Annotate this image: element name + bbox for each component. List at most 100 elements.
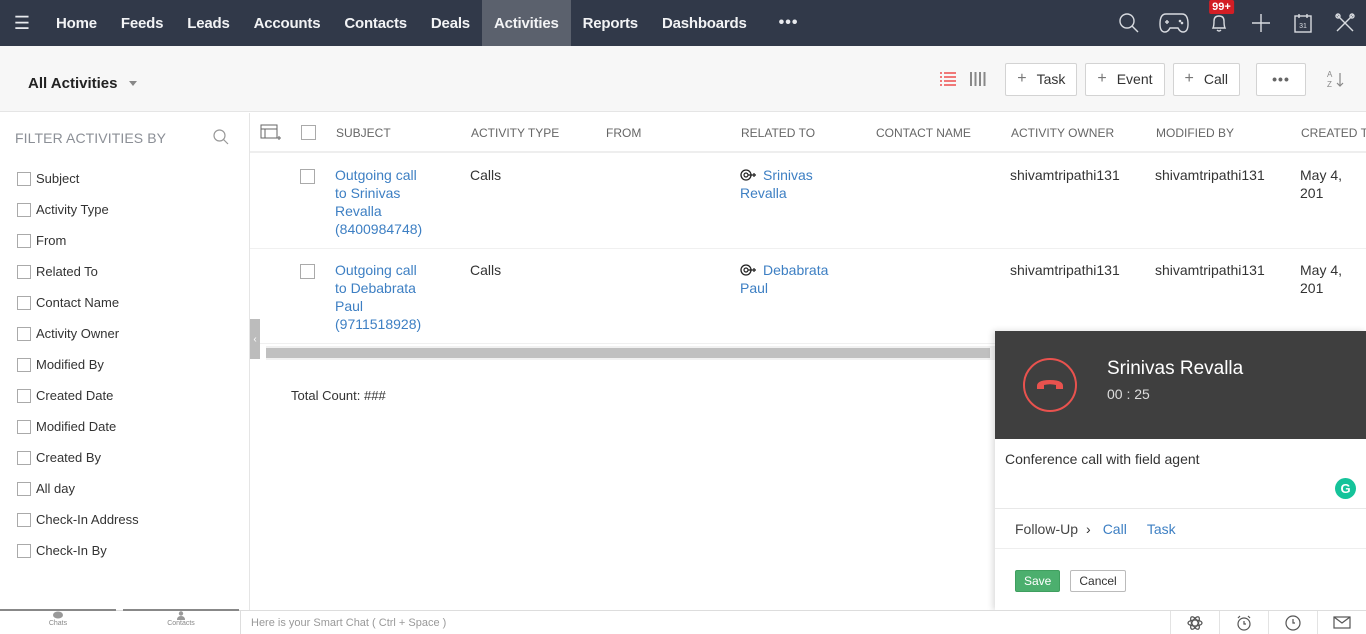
list-view-icon[interactable]	[933, 64, 963, 94]
nav-accounts[interactable]: Accounts	[242, 0, 333, 46]
related-to-link[interactable]: Srinivas	[763, 167, 813, 183]
filter-item[interactable]: Activity Type	[0, 194, 249, 225]
filter-item[interactable]: Check-In Address	[0, 504, 249, 535]
sort-az-icon[interactable]: AZ	[1306, 63, 1366, 96]
filter-checkbox[interactable]	[17, 233, 31, 248]
subject-link[interactable]: Outgoing call to Srinivas Revalla (84009847…	[335, 166, 422, 238]
nav-more-button[interactable]: •••	[759, 0, 819, 46]
search-icon[interactable]	[213, 129, 229, 148]
filter-item[interactable]: Activity Owner	[0, 318, 249, 349]
add-call-button[interactable]: + Call	[1172, 62, 1240, 96]
created-cell: May 4, 201	[1300, 262, 1343, 296]
search-icon[interactable]	[1108, 0, 1150, 46]
related-to-link[interactable]: Paul	[740, 279, 828, 297]
row-checkbox[interactable]	[300, 169, 315, 184]
filter-checkbox[interactable]	[17, 264, 31, 279]
table-row[interactable]: Outgoing call to Srinivas Revalla (84009847…	[250, 154, 1366, 249]
filter-item[interactable]: Subject	[0, 163, 249, 194]
column-settings-icon[interactable]	[260, 124, 282, 143]
modified-by-cell: shivamtripathi131	[1155, 262, 1265, 278]
column-activity-type[interactable]: ACTIVITY TYPE	[471, 126, 559, 140]
filter-item[interactable]: Check-In By	[0, 535, 249, 566]
filter-checkbox[interactable]	[17, 357, 31, 372]
filter-label: Subject	[36, 171, 80, 186]
filter-checkbox[interactable]	[17, 512, 31, 527]
filter-checkbox[interactable]	[17, 202, 31, 217]
atom-icon[interactable]	[1170, 611, 1219, 634]
filter-item[interactable]: Related To	[0, 256, 249, 287]
filter-checkbox[interactable]	[17, 481, 31, 496]
plus-icon[interactable]	[1240, 0, 1282, 46]
filter-label: Check-In Address	[36, 512, 139, 527]
subject-link[interactable]: Outgoing call to Debabrata Paul (9711518928…	[335, 261, 421, 333]
nav-contacts[interactable]: Contacts	[332, 0, 419, 46]
contacts-tab[interactable]: Contacts	[123, 609, 239, 634]
follow-up-call-link[interactable]: Call	[1103, 521, 1127, 537]
filter-item[interactable]: All day	[0, 473, 249, 504]
filter-item[interactable]: From	[0, 225, 249, 256]
nav-feeds[interactable]: Feeds	[109, 0, 175, 46]
row-checkbox[interactable]	[300, 264, 315, 279]
bell-icon[interactable]: 99+	[1198, 0, 1240, 46]
horizontal-scrollbar[interactable]	[266, 346, 996, 360]
nav-home[interactable]: Home	[44, 0, 109, 46]
nav-dashboards[interactable]: Dashboards	[650, 0, 759, 46]
filter-item[interactable]: Modified Date	[0, 411, 249, 442]
save-button[interactable]: Save	[1015, 570, 1061, 592]
view-selector[interactable]: All Activities	[18, 64, 147, 102]
filter-checkbox[interactable]	[17, 450, 31, 465]
filter-item[interactable]: Created Date	[0, 380, 249, 411]
add-task-label: Task	[1036, 71, 1066, 87]
smart-chat-input[interactable]: Here is your Smart Chat ( Ctrl + Space )	[240, 611, 1170, 634]
related-to-cell[interactable]: Srinivas Revalla	[740, 166, 813, 202]
grammarly-icon[interactable]: G	[1335, 478, 1356, 499]
column-subject[interactable]: SUBJECT	[336, 126, 391, 140]
filter-checkbox[interactable]	[17, 388, 31, 403]
calendar-icon[interactable]: 31	[1282, 0, 1324, 46]
column-modified-by[interactable]: MODIFIED BY	[1156, 126, 1234, 140]
filter-item[interactable]: Contact Name	[0, 287, 249, 318]
menu-icon[interactable]: ☰	[0, 0, 44, 46]
clock-icon[interactable]	[1268, 611, 1317, 634]
mail-icon[interactable]	[1317, 611, 1366, 634]
activity-owner-cell: shivamtripathi131	[1010, 262, 1120, 278]
nav-leads[interactable]: Leads	[175, 0, 241, 46]
filter-checkbox[interactable]	[17, 171, 31, 186]
chats-tab[interactable]: Chats	[0, 609, 116, 634]
nav-reports[interactable]: Reports	[571, 0, 650, 46]
filter-checkbox[interactable]	[17, 326, 31, 341]
add-task-button[interactable]: + Task	[1005, 62, 1078, 96]
column-related-to[interactable]: RELATED TO	[741, 126, 815, 140]
filter-item[interactable]: Modified By	[0, 349, 249, 380]
filter-item[interactable]: Created By	[0, 442, 249, 473]
select-all-checkbox[interactable]	[301, 125, 316, 140]
tools-icon[interactable]	[1324, 0, 1366, 46]
related-to-cell[interactable]: Debabrata Paul	[740, 261, 828, 297]
cancel-button[interactable]: Cancel	[1070, 570, 1126, 592]
hang-up-button[interactable]	[1023, 358, 1077, 412]
scrollbar-thumb[interactable]	[266, 348, 990, 358]
activity-type-cell: Calls	[470, 167, 502, 183]
add-event-button[interactable]: + Event	[1085, 62, 1165, 96]
follow-up-task-link[interactable]: Task	[1147, 521, 1176, 537]
filter-checkbox[interactable]	[17, 543, 31, 558]
related-to-link[interactable]: Debabrata	[763, 262, 828, 278]
svg-text:Z: Z	[1327, 80, 1332, 89]
filter-checkbox[interactable]	[17, 295, 31, 310]
collapse-sidebar-handle[interactable]: ‹	[250, 319, 260, 359]
nav-deals[interactable]: Deals	[419, 0, 482, 46]
more-actions-button[interactable]: •••	[1256, 62, 1306, 96]
column-activity-owner[interactable]: ACTIVITY OWNER	[1011, 126, 1114, 140]
column-created[interactable]: CREATED T	[1301, 126, 1366, 140]
column-contact-name[interactable]: CONTACT NAME	[876, 126, 971, 140]
gamepad-icon[interactable]	[1150, 0, 1198, 46]
call-notes-textarea[interactable]: Conference call with field agent G	[995, 439, 1366, 509]
alarm-clock-icon[interactable]	[1219, 611, 1268, 634]
filter-checkbox[interactable]	[17, 419, 31, 434]
related-to-link[interactable]: Revalla	[740, 184, 813, 202]
filter-header: FILTER ACTIVITIES BY	[0, 113, 249, 163]
nav-activities[interactable]: Activities	[481, 0, 571, 46]
kanban-view-icon[interactable]	[963, 64, 993, 94]
table-row[interactable]: Outgoing call to Debabrata Paul (9711518928…	[250, 249, 1366, 344]
column-from[interactable]: FROM	[606, 126, 641, 140]
